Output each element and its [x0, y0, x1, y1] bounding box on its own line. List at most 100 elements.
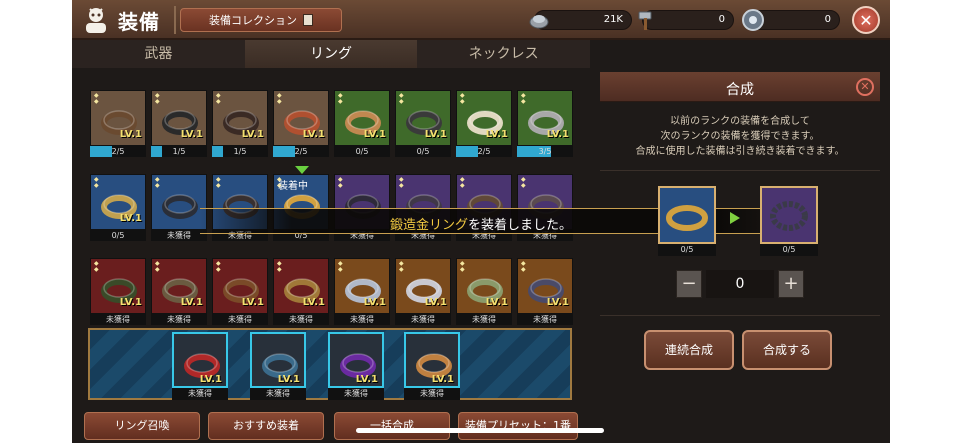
ring-count-bar: 2/5: [90, 146, 146, 157]
ring-count-bar: 2/5: [456, 146, 512, 157]
ring-count: 未獲得: [533, 315, 557, 324]
equipment-tabs: 武器 リング ネックレス: [72, 40, 590, 68]
equipped-slot[interactable]: LV.1 未獲得: [328, 332, 384, 400]
bulk-fuse-button[interactable]: 一括合成: [334, 412, 450, 440]
ring-level: LV.1: [363, 297, 386, 308]
game-screen: 装備 装備コレクション 21K 0 0 ✕ 武器 リング ネックレス ◆ ◆ L…: [72, 0, 890, 443]
slot-bg: LV.1: [172, 332, 228, 388]
home-indicator[interactable]: [356, 428, 604, 433]
ring-item-bg: ◆ ◆ LV.1: [273, 258, 329, 314]
slot-bg: LV.1: [250, 332, 306, 388]
resource-silver: 21K: [529, 10, 632, 30]
ring-item-bg: ◆ ◆ LV.1: [151, 90, 207, 146]
ring-count: 1/5: [233, 147, 247, 156]
ring-count: 2/5: [294, 147, 308, 156]
ring-item[interactable]: ◆ ◆ LV.1 未獲得: [395, 258, 451, 326]
book-icon: [303, 14, 313, 26]
toast-rest: を装着しました。: [468, 218, 573, 233]
progress-fill: [151, 146, 163, 157]
rank-stars-icon: ◆ ◆: [216, 92, 221, 105]
equipment-preset-button[interactable]: 装備プリセット：1番: [458, 412, 578, 440]
ring-item[interactable]: ◆ ◆ LV.1 未獲得: [517, 258, 573, 326]
ring-item-bg: ◆ ◆ LV.1: [456, 258, 512, 314]
slot-label: 未獲得: [172, 388, 228, 400]
ring-level: LV.1: [302, 129, 325, 140]
fusion-description: 以前のランクの装備を合成して 次のランクの装備を獲得できます。 合成に使用した装…: [600, 114, 880, 159]
slot-bg: LV.1: [328, 332, 384, 388]
progress-fill: [456, 146, 479, 157]
fusion-result-item[interactable]: 0/5: [760, 186, 818, 256]
ring-item-bg: ◆ ◆ LV.1: [517, 90, 573, 146]
rank-stars-icon: ◆ ◆: [460, 260, 465, 273]
equipped-slot[interactable]: LV.1 未獲得: [172, 332, 228, 400]
ring-item[interactable]: ◆ ◆ LV.1 未獲得: [212, 258, 268, 326]
rank-stars-icon: ◆ ◆: [399, 92, 404, 105]
ring-summon-button[interactable]: リング召喚: [84, 412, 200, 440]
ring-level: LV.1: [180, 297, 203, 308]
source-count: 0/5: [658, 244, 716, 256]
tab-necklace[interactable]: ネックレス: [417, 40, 590, 68]
ring-item[interactable]: ◆ ◆ LV.1 未獲得: [334, 258, 390, 326]
ring-count: 未獲得: [228, 315, 252, 324]
ring-count-bar: 3/5: [517, 146, 573, 157]
plus-button[interactable]: +: [778, 270, 804, 298]
toast-message: 鍛造金リングを装着しました。: [390, 214, 572, 233]
slot-label: 未獲得: [328, 388, 384, 400]
hammer-value: 0: [718, 14, 725, 25]
ring-item[interactable]: ◆ ◆ LV.1 0/5: [334, 90, 390, 158]
ring-level: LV.1: [119, 129, 142, 140]
rank-stars-icon: ◆ ◆: [155, 176, 160, 189]
ring-level: LV.1: [180, 129, 203, 140]
fusion-source-item[interactable]: 0/5: [658, 186, 716, 256]
equipped-slot[interactable]: LV.1 未獲得: [404, 332, 460, 400]
ring-item[interactable]: ◆ ◆ LV.1 未獲得: [151, 258, 207, 326]
tab-ring[interactable]: リング: [244, 40, 418, 68]
ring-count-bar: 未獲得: [212, 314, 268, 325]
ring-item-bg: ◆ ◆ LV.1: [90, 174, 146, 230]
minus-button[interactable]: −: [676, 270, 702, 298]
fusion-arrow-icon: [730, 212, 740, 224]
ring-item[interactable]: ◆ ◆ LV.1 1/5: [151, 90, 207, 158]
ring-item[interactable]: ◆ ◆ LV.1 未獲得: [273, 258, 329, 326]
equipment-collection-button[interactable]: 装備コレクション: [180, 8, 342, 32]
fusion-header: 合成 ✕: [600, 72, 880, 102]
ring-level: LV.1: [546, 297, 569, 308]
ring-count: 0/5: [111, 231, 125, 240]
ring-count: 1/5: [172, 147, 186, 156]
ring-item[interactable]: ◆ ◆ LV.1 2/5: [456, 90, 512, 158]
ring-count-bar: 1/5: [151, 146, 207, 157]
recommended-equip-button[interactable]: おすすめ装着: [208, 412, 324, 440]
ring-item[interactable]: ◆ ◆ LV.1 0/5: [395, 90, 451, 158]
chain-ring-icon: [770, 201, 808, 231]
ring-level: LV.1: [119, 213, 142, 224]
ring-item[interactable]: ◆ ◆ LV.1 3/5: [517, 90, 573, 158]
ring-item-bg: ◆ ◆ LV.1: [334, 258, 390, 314]
rank-stars-icon: ◆ ◆: [460, 92, 465, 105]
ring-item[interactable]: ◆ ◆ LV.1 未獲得: [90, 258, 146, 326]
fusion-close-icon[interactable]: ✕: [856, 78, 874, 96]
equipped-ring-slots: LV.1 未獲得 LV.1 未獲得 LV.1 未獲得 LV.1 未獲得: [88, 328, 572, 400]
quantity-value: 0: [706, 270, 774, 298]
ring-count: 2/5: [111, 147, 125, 156]
ring-count-bar: 0/5: [334, 146, 390, 157]
ring-item[interactable]: ◆ ◆ LV.1 2/5: [90, 90, 146, 158]
collection-label: 装備コレクション: [209, 14, 297, 27]
rank-stars-icon: ◆ ◆: [521, 260, 526, 273]
fusion-divider-2: [600, 315, 880, 316]
tab-weapon[interactable]: 武器: [72, 40, 245, 68]
slot-level: LV.1: [431, 374, 454, 385]
ring-item[interactable]: ◆ ◆ LV.1 1/5: [212, 90, 268, 158]
title-divider: [174, 6, 176, 34]
ring-item[interactable]: ◆ ◆ 未獲得: [151, 174, 207, 242]
fuse-button[interactable]: 合成する: [742, 330, 832, 370]
close-button[interactable]: ✕: [852, 6, 880, 34]
ring-item[interactable]: ◆ ◆ LV.1 0/5: [90, 174, 146, 242]
ring-item[interactable]: ◆ ◆ LV.1 未獲得: [456, 258, 512, 326]
slot-bg: LV.1: [404, 332, 460, 388]
ring-item[interactable]: ◆ ◆ LV.1 2/5: [273, 90, 329, 158]
equipped-slot[interactable]: LV.1 未獲得: [250, 332, 306, 400]
slot-level: LV.1: [199, 374, 222, 385]
slot-level: LV.1: [355, 374, 378, 385]
ring-count-bar: 2/5: [273, 146, 329, 157]
continuous-fuse-button[interactable]: 連続合成: [644, 330, 734, 370]
